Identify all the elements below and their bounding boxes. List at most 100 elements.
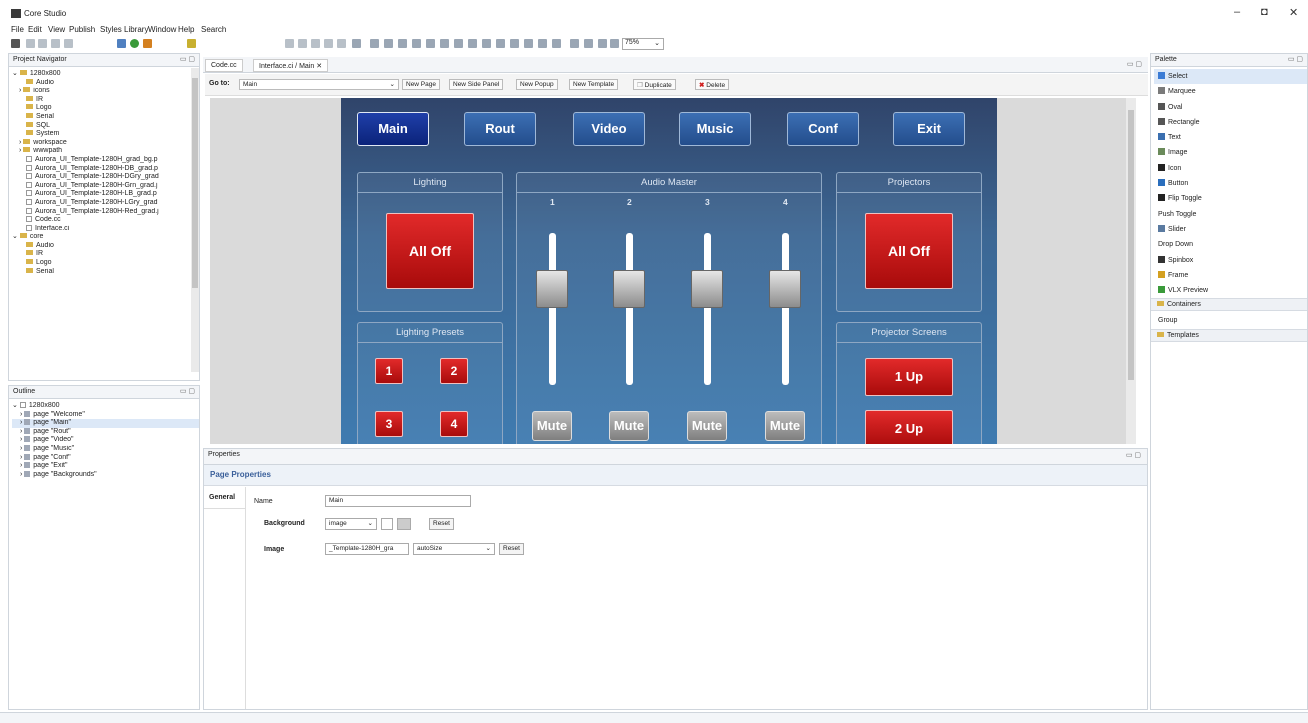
fader-track[interactable] [626,233,633,385]
image-input[interactable]: _Template-1280H_gra [325,543,409,555]
menu-view[interactable]: View [48,25,65,34]
panel-controls-icon[interactable]: ▭ ▢ [180,55,195,63]
tree-folder-item[interactable]: Audio [12,78,199,88]
panel-controls-icon[interactable]: ▭ ▢ [1127,60,1142,68]
nav-button-exit[interactable]: Exit [893,112,965,146]
align-top-icon[interactable] [412,39,421,48]
distribute-v-icon[interactable] [468,39,477,48]
same-width-icon[interactable] [482,39,491,48]
tree-folder-item[interactable]: ⌄ core [12,233,199,242]
tree-folder-item[interactable]: Serial [12,267,199,277]
align-right-icon[interactable] [398,39,407,48]
palette-item-slider[interactable]: Slider [1158,222,1307,237]
tab-code-cc[interactable]: Code.cc [205,59,243,72]
new-popup-button[interactable]: New Popup [516,79,558,90]
menu-help[interactable]: Help [178,25,194,34]
menu-styles-library[interactable]: Styles Library [100,25,148,34]
projectors-all-off-button[interactable]: All Off [865,213,953,289]
delete-button[interactable]: ✖ Delete [695,79,730,90]
tree-file-item[interactable]: Aurora_UI_Template-1280H-Red_grad.j [12,207,199,217]
lighting-preset-2-button[interactable]: 2 [440,358,468,384]
outline-page-item[interactable]: › page "Music" [12,444,199,454]
design-canvas[interactable]: Main Rout Video Music Conf Exit Lighting… [210,98,1136,444]
palette-item-text[interactable]: Text [1158,130,1307,145]
menu-search[interactable]: Search [201,25,226,34]
mute-button-1[interactable]: Mute [532,411,572,441]
fader-knob[interactable] [536,270,568,308]
outline-page-item[interactable]: › page "Main" [12,419,199,428]
zoom-in-icon[interactable] [598,39,607,48]
tree-folder-item[interactable]: IR [12,95,199,105]
new-side-panel-button[interactable]: New Side Panel [449,79,504,90]
bring-front-icon[interactable] [538,39,547,48]
run-icon[interactable] [130,39,139,48]
navigator-scrollbar[interactable] [191,68,199,372]
print-icon[interactable] [64,39,73,48]
undo-icon[interactable] [285,39,294,48]
tree-file-item[interactable]: Aurora_UI_Template-1280H-Grn_grad.j [12,181,199,191]
tree-file-item[interactable]: Aurora_UI_Template-1280H_grad_bg.p [12,155,199,165]
nav-button-conf[interactable]: Conf [787,112,859,146]
outline-page-item[interactable]: › page "Conf" [12,453,199,463]
align-bottom-icon[interactable] [440,39,449,48]
palette-item-select[interactable]: Select [1154,69,1307,85]
menu-edit[interactable]: Edit [28,25,42,34]
fader-knob[interactable] [613,270,645,308]
nav-button-rout[interactable]: Rout [464,112,536,146]
align-left-icon[interactable] [370,39,379,48]
fader-knob[interactable] [691,270,723,308]
nav-button-video[interactable]: Video [573,112,645,146]
palette-item-vlx-preview[interactable]: VLX Preview [1158,283,1307,298]
tree-folder-item[interactable]: › icons [12,87,199,96]
debug-icon[interactable] [143,39,152,48]
palette-item-button[interactable]: Button [1158,176,1307,191]
nav-button-main[interactable]: Main [357,112,429,146]
menu-publish[interactable]: Publish [69,25,95,34]
palette-item-frame[interactable]: Frame [1158,268,1307,283]
expand-icon[interactable]: ⌄ [12,233,20,240]
palette-item-push-toggle[interactable]: Push Toggle [1158,207,1307,222]
palette-item-image[interactable]: Image [1158,145,1307,160]
palette-item-oval[interactable]: Oval [1158,100,1307,115]
align-middle-icon[interactable] [426,39,435,48]
tree-folder-item[interactable]: Audio [12,241,199,251]
tree-folder-item[interactable]: ⌄ 1280x800 [12,70,199,79]
image-mode-select[interactable]: autoSize ⌄ [413,543,495,555]
new-template-button[interactable]: New Template [569,79,619,90]
screen-2-up-button[interactable]: 2 Up [865,410,953,444]
tree-file-item[interactable]: Code.cc [12,216,199,225]
fader-track[interactable] [704,233,711,385]
tree-folder-item[interactable]: Logo [12,259,199,268]
tree-folder-item[interactable]: Serial [12,112,199,122]
image-reset-button[interactable]: Reset [499,543,524,555]
copy-icon[interactable] [324,39,333,48]
save-icon[interactable] [38,39,47,48]
open-icon[interactable] [26,39,35,48]
save-all-icon[interactable] [51,39,60,48]
general-tab[interactable]: General [204,487,245,509]
panel-controls-icon[interactable]: ▭ ▢ [180,387,195,395]
canvas-scrollbar[interactable] [1126,98,1136,444]
outline-page-item[interactable]: › page "Welcome" [12,410,199,420]
minimize-icon[interactable]: – [1234,6,1240,18]
goto-select[interactable]: Main ⌄ [239,79,399,90]
screen-1-up-button[interactable]: 1 Up [865,358,953,396]
fader-track[interactable] [549,233,556,385]
outline-page-item[interactable]: › page "Backgrounds" [12,470,199,480]
palette-item-group[interactable]: Group [1158,313,1307,328]
templates-section[interactable]: Templates [1151,328,1307,342]
page-stage[interactable]: Main Rout Video Music Conf Exit Lighting… [341,98,997,444]
grid-icon[interactable] [570,39,579,48]
palette-item-rectangle[interactable]: Rectangle [1158,115,1307,130]
outline-page-item[interactable]: › page "Video" [12,436,199,445]
fader-knob[interactable] [769,270,801,308]
group-icon[interactable] [510,39,519,48]
palette-item-flip-toggle[interactable]: Flip Toggle [1158,191,1307,206]
tree-file-item[interactable]: Interface.ci [12,224,199,234]
ungroup-icon[interactable] [524,39,533,48]
tree-folder-item[interactable]: System [12,130,199,139]
redo-icon[interactable] [298,39,307,48]
mute-button-2[interactable]: Mute [609,411,649,441]
menu-file[interactable]: File [11,25,24,34]
tree-file-item[interactable]: Aurora_UI_Template-1280H-DGry_grad [12,173,199,182]
